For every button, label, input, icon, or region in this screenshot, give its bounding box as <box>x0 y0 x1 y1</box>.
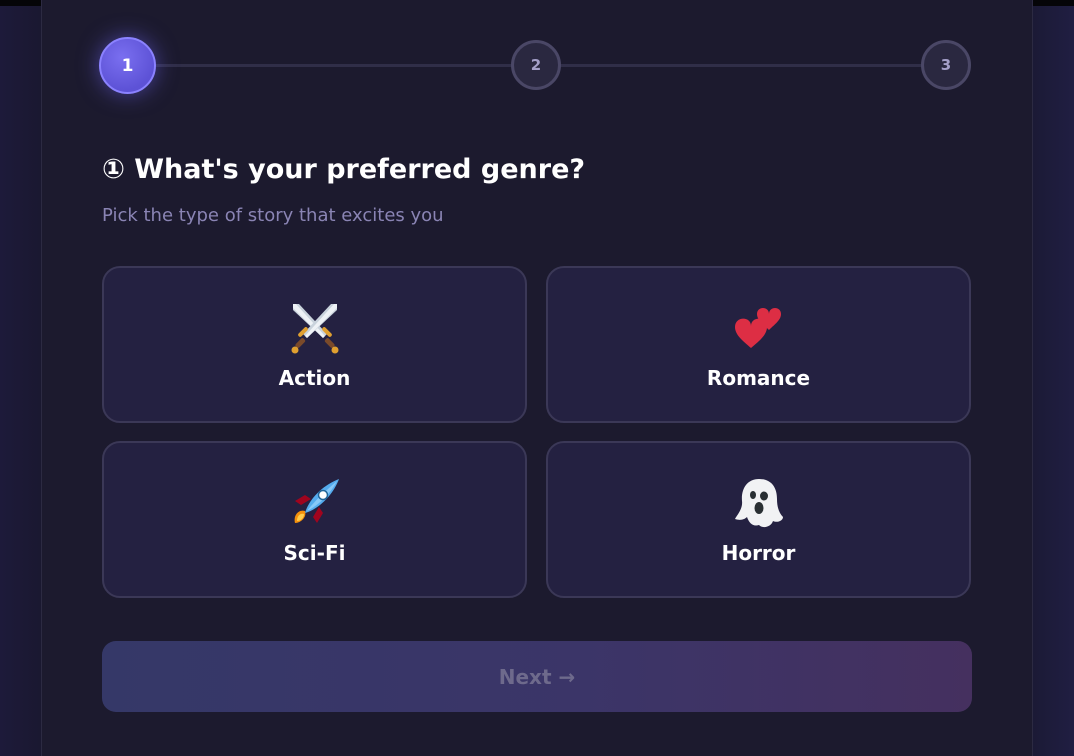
genre-option-romance[interactable]: Romance <box>546 266 971 423</box>
genre-option-label: Horror <box>721 541 796 565</box>
step-3-indicator: 3 <box>921 40 971 90</box>
next-button[interactable]: Next → <box>102 641 972 712</box>
question-subtitle: Pick the type of story that excites you <box>102 205 444 226</box>
genre-option-label: Sci-Fi <box>283 541 346 565</box>
two-hearts-icon <box>734 308 781 348</box>
genre-option-horror[interactable]: Horror <box>546 441 971 598</box>
step-2-indicator: 2 <box>511 40 561 90</box>
progress-stepper: 1 2 3 <box>99 37 972 94</box>
genre-option-sci-fi[interactable]: Sci-Fi <box>102 441 527 598</box>
genre-option-action[interactable]: Action <box>102 266 527 423</box>
step-connector-1-2 <box>155 64 569 67</box>
question-title: ① What's your preferred genre? <box>102 154 586 185</box>
step-connector-2-3 <box>561 64 927 67</box>
genre-option-label: Romance <box>706 366 811 390</box>
crossed-swords-icon <box>291 304 338 354</box>
ghost-icon <box>734 479 783 528</box>
genre-option-label: Action <box>278 366 351 390</box>
step-1-indicator: 1 <box>99 37 156 94</box>
rocket-icon <box>294 479 339 523</box>
